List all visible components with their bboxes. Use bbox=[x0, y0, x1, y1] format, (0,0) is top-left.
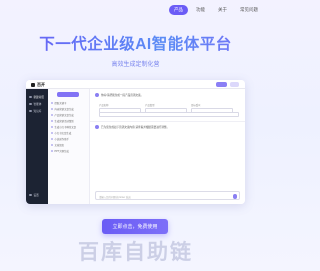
input-placeholder: 请输入您的问题,按 Enter 发送 bbox=[99, 195, 131, 199]
sidebar-item-label: 知识库 bbox=[33, 110, 42, 113]
sidebar-item-label: 设置 bbox=[33, 194, 39, 197]
item-icon bbox=[51, 108, 53, 110]
logo-text: 百开 bbox=[37, 82, 45, 87]
avatar bbox=[95, 125, 99, 129]
topbar-actions bbox=[216, 82, 239, 87]
list-item-label: 生成营销活动策划 bbox=[54, 120, 74, 123]
new-agent-button[interactable] bbox=[57, 92, 79, 97]
nav-item-about[interactable]: 关于 bbox=[213, 5, 232, 15]
gear-icon bbox=[29, 193, 32, 197]
avatar bbox=[95, 93, 99, 97]
item-icon bbox=[51, 126, 53, 128]
agent-list-panel: 提取关键字 内容营销文案生成 产品营销文案生成 生成营销活动策划 生成小红书种草… bbox=[48, 89, 90, 204]
item-icon bbox=[51, 132, 53, 134]
item-icon bbox=[51, 102, 53, 104]
list-item[interactable]: 小说创作助手 bbox=[51, 137, 69, 141]
list-item[interactable]: PPT大纲生成 bbox=[51, 149, 69, 153]
hero-subtitle: 高效生成定制化营 bbox=[111, 62, 160, 68]
list-item-label: 内容营销文案生成 bbox=[54, 108, 74, 111]
item-icon bbox=[51, 114, 53, 116]
list-item[interactable]: 小红书文案生成 bbox=[51, 131, 71, 135]
item-icon bbox=[51, 138, 53, 140]
hero-title: 下一代企业级AI智能体平台 bbox=[0, 32, 271, 54]
list-item-label: 生成小红书种草文案 bbox=[54, 126, 77, 129]
app-sidebar: 新建对话 智能体 知识库 设置 bbox=[26, 89, 48, 204]
book-icon bbox=[29, 109, 32, 113]
list-item[interactable]: 提取关键字 bbox=[51, 101, 66, 105]
chat-input[interactable]: 请输入您的问题,按 Enter 发送 bbox=[95, 191, 240, 200]
list-item-label: 文章润色 bbox=[54, 144, 65, 147]
list-item[interactable]: 内容营销文案生成 bbox=[51, 107, 74, 111]
item-icon bbox=[51, 144, 53, 146]
user-message: 你好!请帮我生成一段产品营销文案。 bbox=[95, 93, 143, 97]
nav-item-features[interactable]: 功能 bbox=[191, 5, 210, 15]
logo-icon bbox=[31, 83, 35, 87]
top-nav: 产品 功能 关于 常见问题 bbox=[169, 5, 263, 15]
assistant-message: 已为您生成如下营销文案内容,请查看并根据需要进行调整。 bbox=[95, 125, 169, 129]
sidebar-item-settings[interactable]: 设置 bbox=[29, 193, 39, 197]
watermark: 百库自助链 bbox=[78, 241, 193, 264]
list-item-label: 提取关键字 bbox=[54, 102, 67, 105]
list-item[interactable]: 生成小红书种草文案 bbox=[51, 125, 76, 129]
sidebar-item-agents[interactable]: 智能体 bbox=[29, 102, 41, 106]
field-label: 产品名称 bbox=[99, 104, 109, 107]
list-item[interactable]: 产品营销文案生成 bbox=[51, 113, 74, 117]
app-preview-window: 百开 新建对话 智能体 知识库 设置 提取关键字 内容营销文案生成 产品营销文案… bbox=[26, 80, 245, 204]
app-logo: 百开 bbox=[31, 82, 45, 88]
list-item[interactable]: 文章润色 bbox=[51, 143, 64, 147]
sidebar-item-knowledge[interactable]: 知识库 bbox=[29, 109, 41, 113]
sidebar-item-label: 新建对话 bbox=[33, 96, 44, 99]
app-topbar: 百开 bbox=[26, 80, 245, 89]
list-item-label: 小说创作助手 bbox=[54, 138, 69, 141]
field-label: 产品类型 bbox=[145, 104, 155, 107]
divider bbox=[90, 121, 245, 122]
item-icon bbox=[51, 120, 53, 122]
list-item-label: 产品营销文案生成 bbox=[54, 114, 74, 117]
nav-item-product[interactable]: 产品 bbox=[169, 5, 188, 15]
item-icon bbox=[51, 150, 53, 152]
message-text: 你好!请帮我生成一段产品营销文案。 bbox=[101, 94, 144, 97]
field-label: 目标受众 bbox=[191, 104, 201, 107]
send-icon[interactable] bbox=[232, 194, 237, 199]
list-item[interactable]: 生成营销活动策划 bbox=[51, 119, 74, 123]
description-field[interactable] bbox=[99, 112, 239, 117]
message-text: 已为您生成如下营销文案内容,请查看并根据需要进行调整。 bbox=[101, 126, 170, 129]
topbar-primary-button[interactable] bbox=[216, 82, 227, 87]
list-item-label: 小红书文案生成 bbox=[54, 132, 72, 135]
topbar-secondary-button[interactable] bbox=[230, 82, 239, 87]
agent-icon bbox=[29, 102, 32, 106]
cta-button[interactable]: 立即点击，免费使用 bbox=[102, 219, 168, 234]
nav-item-faq[interactable]: 常见问题 bbox=[235, 5, 263, 15]
sidebar-item-label: 智能体 bbox=[33, 103, 42, 106]
chat-area: 你好!请帮我生成一段产品营销文案。 产品名称 产品类型 目标受众 已为您生成如下… bbox=[90, 89, 245, 204]
chat-icon bbox=[29, 95, 32, 99]
sidebar-item-new-chat[interactable]: 新建对话 bbox=[29, 95, 44, 99]
list-item-label: PPT大纲生成 bbox=[54, 150, 69, 153]
